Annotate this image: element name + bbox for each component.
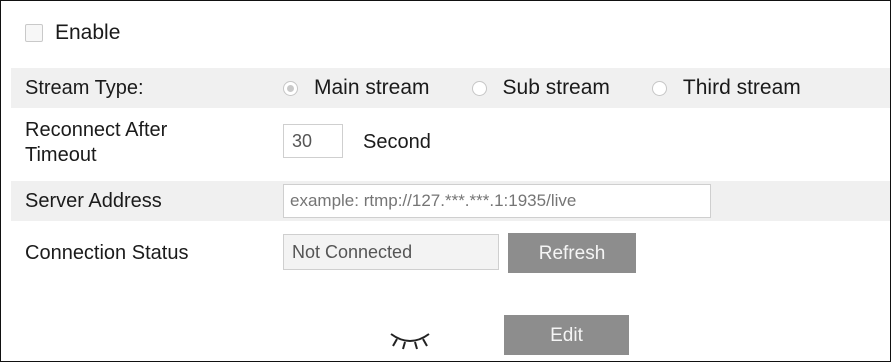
stream-type-label: Stream Type: — [25, 76, 144, 99]
radio-main-stream-label: Main stream — [314, 76, 430, 99]
stream-type-row: Stream Type: Main stream Sub stream Thir… — [11, 68, 890, 108]
reconnect-timeout-input[interactable] — [283, 124, 343, 158]
reconnect-unit-label: Second — [363, 131, 431, 153]
connection-status-field: Not Connected — [283, 234, 499, 270]
radio-third-stream[interactable]: Third stream — [651, 76, 801, 100]
enable-checkbox[interactable] — [25, 24, 43, 42]
reconnect-label-line1: Reconnect After — [25, 119, 168, 141]
reconnect-label-line2: Timeout — [25, 144, 97, 166]
radio-third-stream-circle[interactable] — [651, 80, 667, 96]
server-address-input[interactable] — [283, 184, 711, 218]
connection-status-row: Connection Status Not Connected Refresh — [11, 229, 890, 277]
refresh-button[interactable]: Refresh — [508, 233, 636, 273]
reconnect-row: Reconnect After Timeout Second — [11, 114, 890, 172]
radio-main-stream-circle[interactable] — [283, 80, 298, 96]
radio-sub-stream[interactable]: Sub stream — [471, 76, 610, 100]
stream-type-radio-group: Main stream Sub stream Third stream — [283, 68, 801, 108]
enable-label: Enable — [55, 21, 121, 44]
reconnect-label: Reconnect After Timeout — [25, 118, 167, 168]
radio-third-stream-label: Third stream — [682, 76, 801, 99]
radio-sub-stream-circle[interactable] — [471, 80, 487, 96]
server-address-label: Server Address — [25, 189, 162, 212]
connection-status-label: Connection Status — [25, 241, 189, 264]
server-address-row: Server Address — [11, 181, 890, 221]
enable-row: Enable — [25, 21, 120, 45]
radio-main-stream[interactable]: Main stream — [283, 76, 430, 100]
eye-closed-icon[interactable] — [387, 328, 433, 352]
rtmp-settings-panel: Enable Stream Type: Main stream Sub stre… — [0, 0, 891, 362]
edit-button[interactable]: Edit — [504, 315, 629, 355]
radio-sub-stream-label: Sub stream — [502, 76, 610, 99]
